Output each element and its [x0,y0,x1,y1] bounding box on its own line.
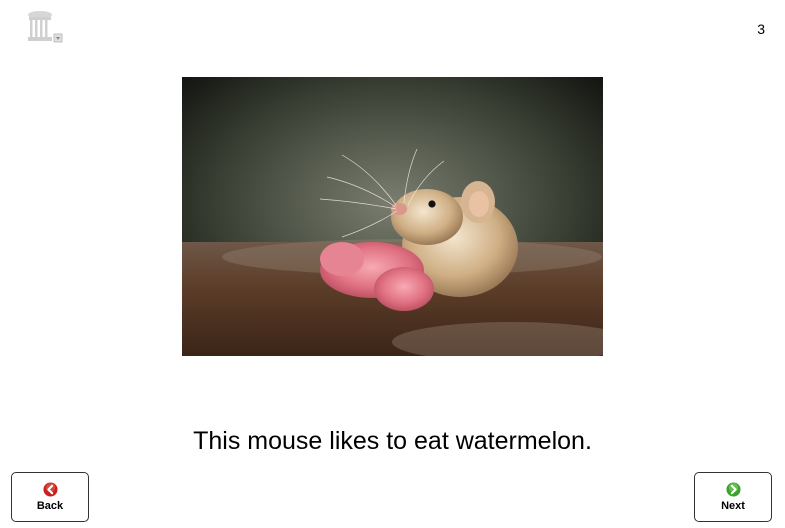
slide-caption: This mouse likes to eat watermelon. [193,427,592,455]
back-button[interactable]: Back [11,472,89,522]
back-button-label: Back [36,500,64,512]
next-button[interactable]: Next [694,472,772,522]
page-number: 3 [757,21,765,37]
next-arrow-icon [725,482,741,497]
back-arrow-icon [42,482,58,497]
old-well-logo [26,10,66,44]
slide-photo [182,77,603,356]
next-button-label: Next [721,500,745,512]
